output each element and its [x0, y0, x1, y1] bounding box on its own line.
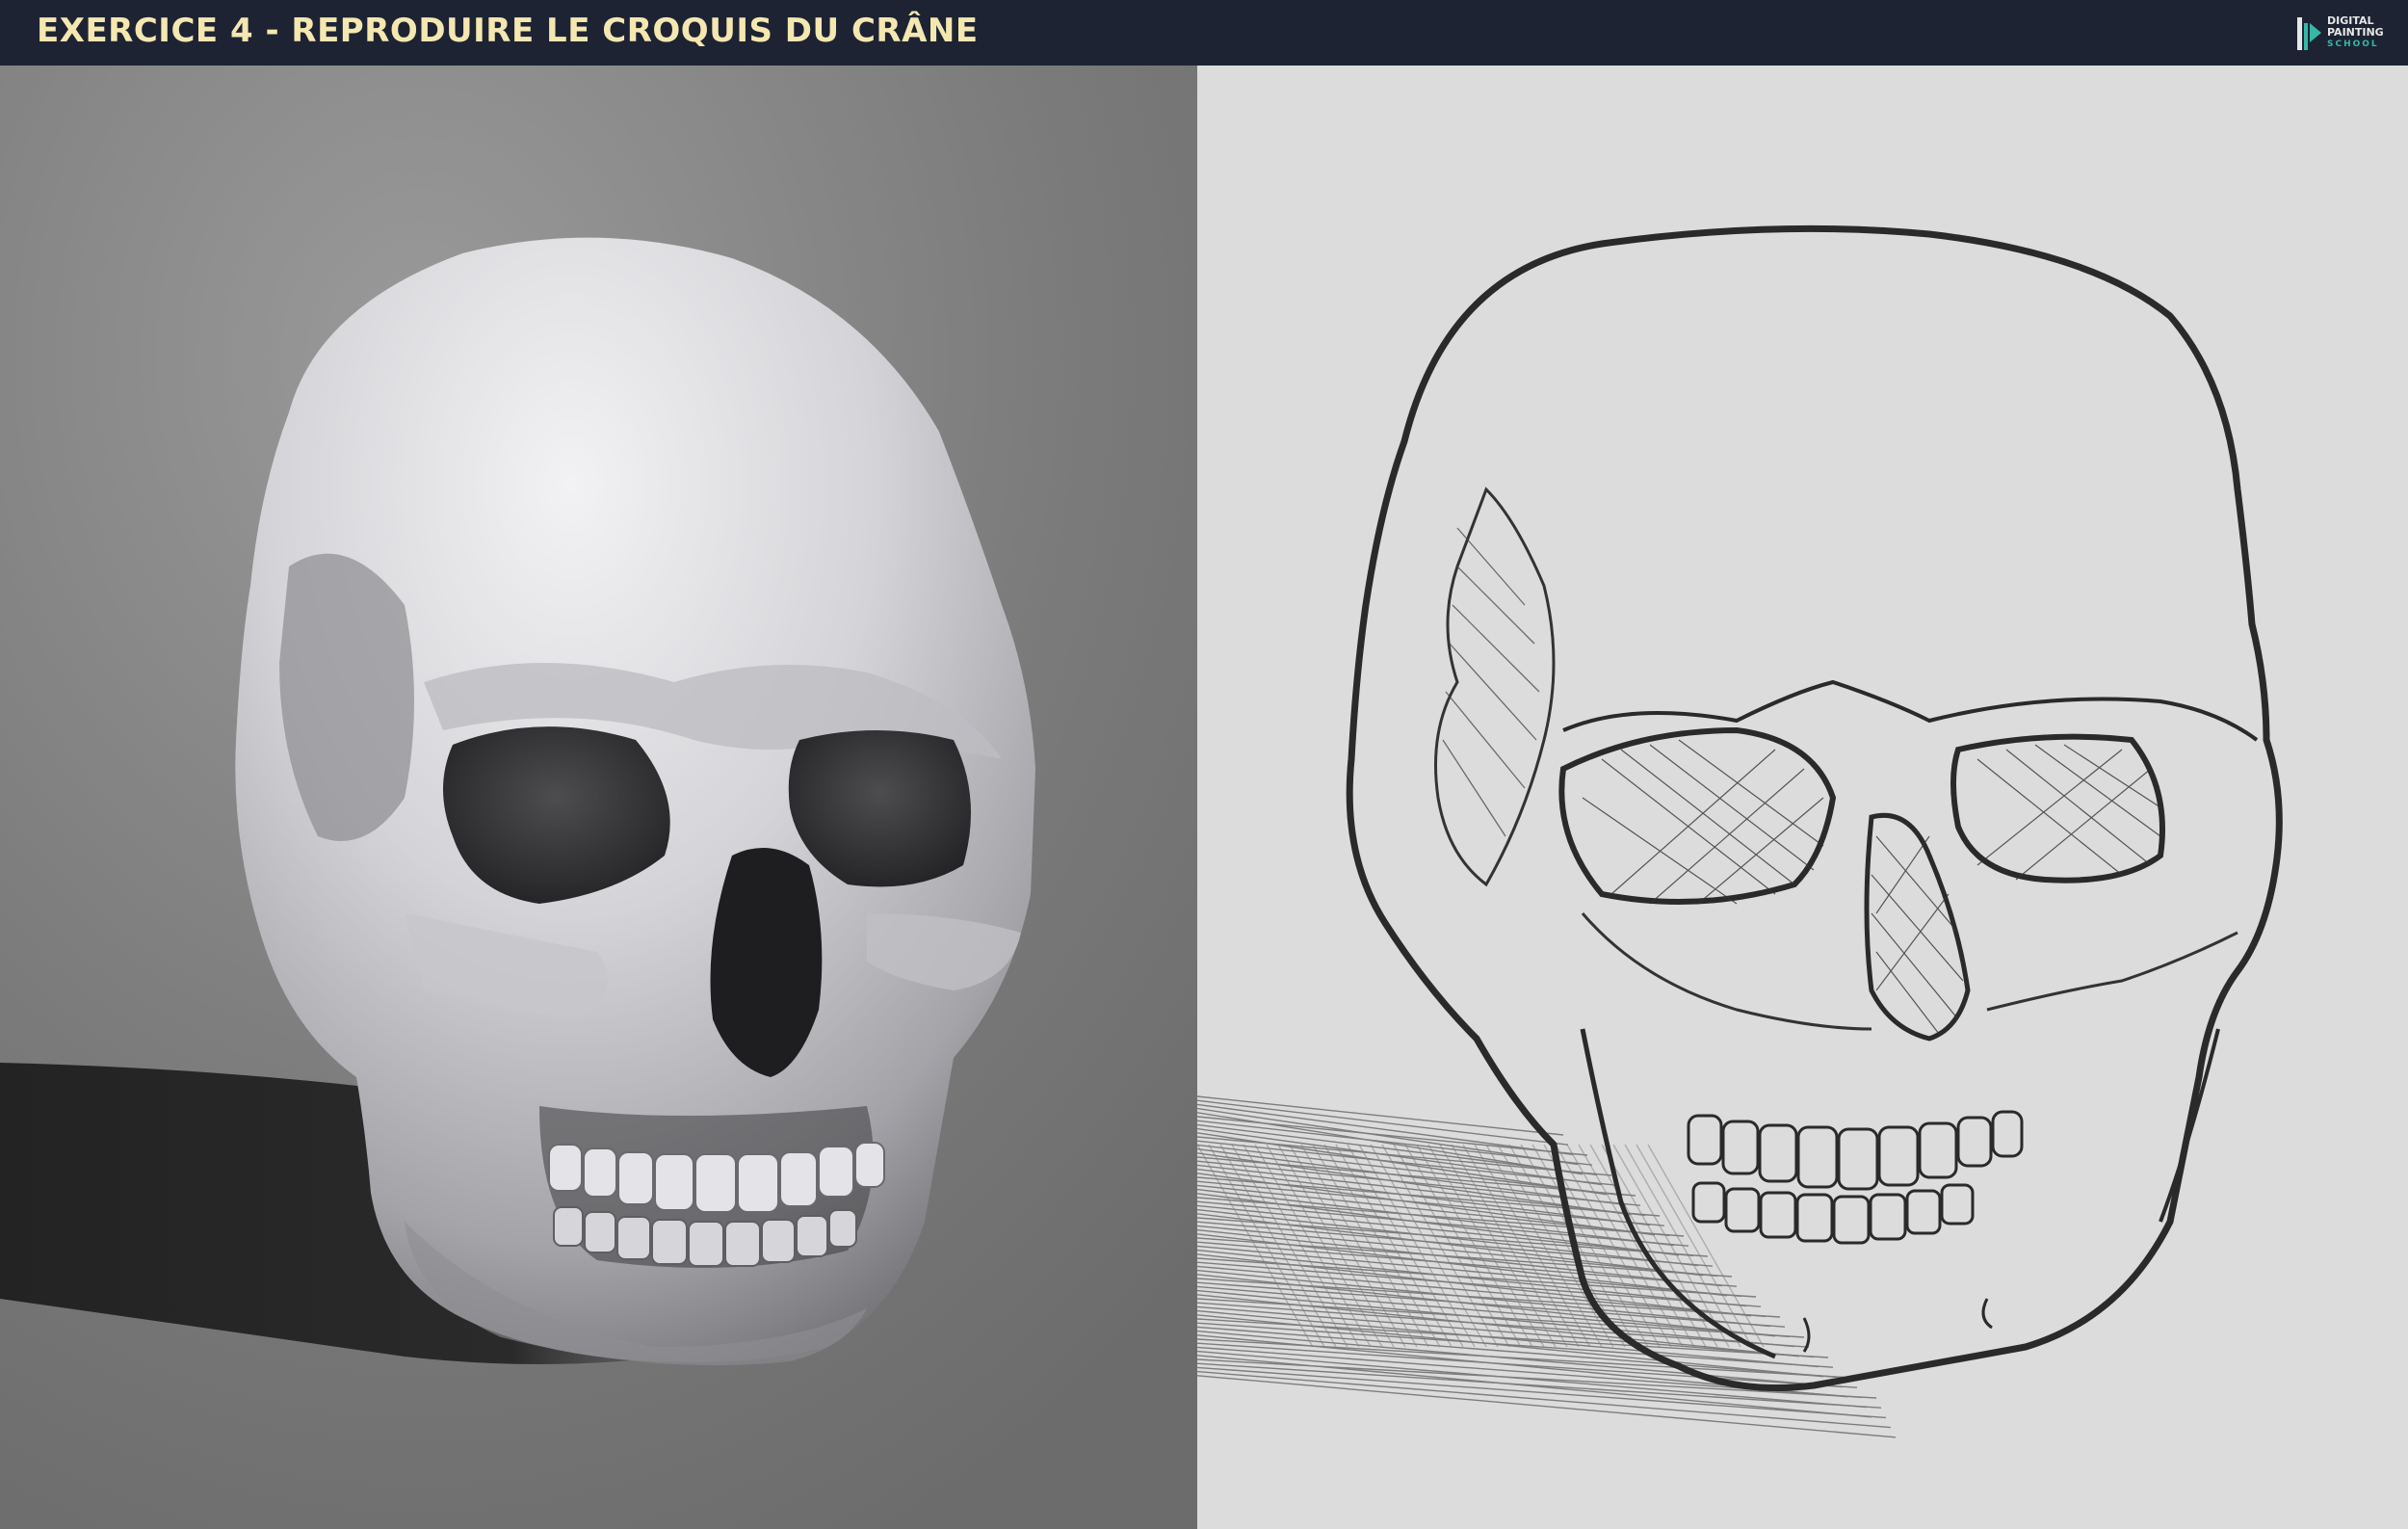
- skull-sketch-illustration: [1197, 66, 2408, 1529]
- logo-line-2: PAINTING: [2327, 26, 2384, 39]
- skull-photo-illustration: [0, 66, 1197, 1529]
- logo-text: DIGITAL PAINTING SCHOOL: [2327, 15, 2384, 50]
- page-title: EXERCICE 4 - REPRODUIRE LE CROQUIS DU CR…: [37, 12, 979, 50]
- skull-sketch-panel: [1197, 66, 2408, 1529]
- digital-painting-school-logo: DIGITAL PAINTING SCHOOL: [2294, 10, 2391, 58]
- pen-nib-logo-icon: [2297, 17, 2321, 50]
- skull-photo-panel: [0, 66, 1197, 1529]
- header-bar: EXERCICE 4 - REPRODUIRE LE CROQUIS DU CR…: [0, 0, 2408, 66]
- logo-line-3: SCHOOL: [2327, 40, 2379, 49]
